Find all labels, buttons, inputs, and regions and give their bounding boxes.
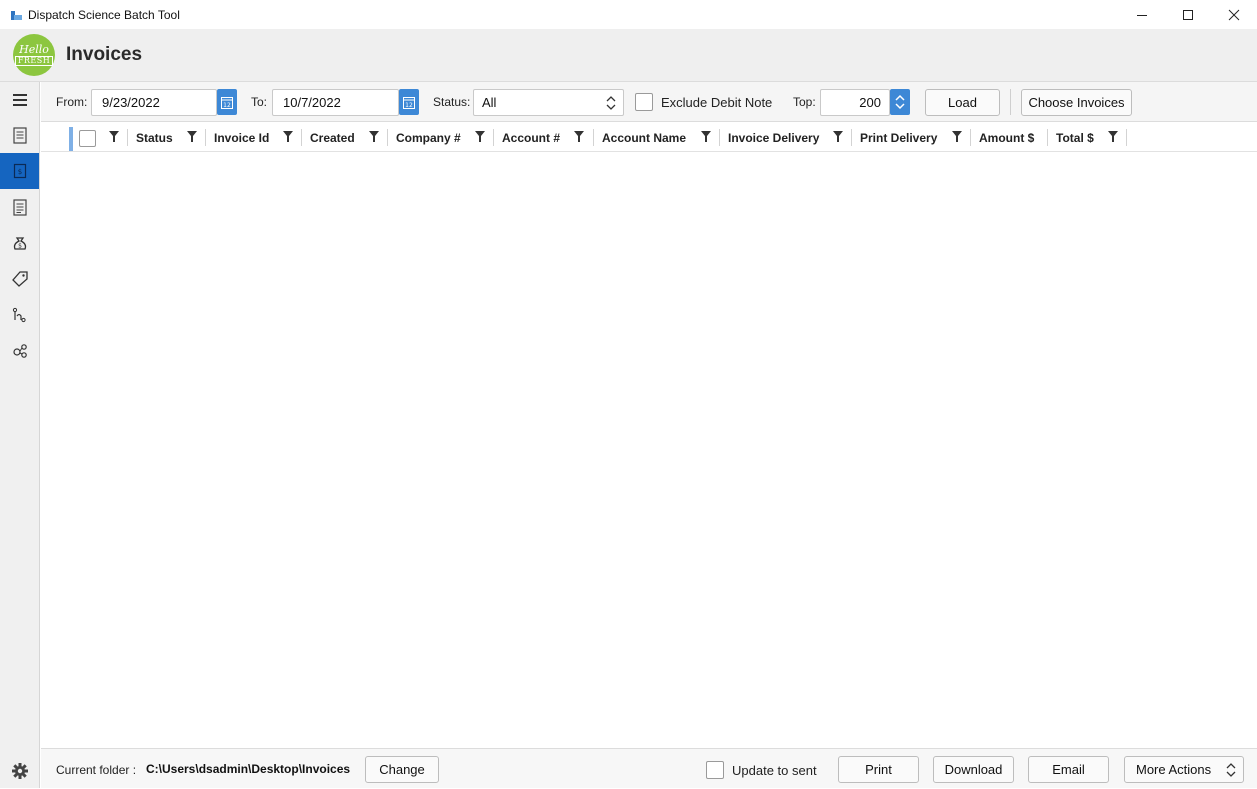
change-folder-button[interactable]: Change — [365, 756, 439, 783]
top-count-input[interactable]: 200 — [820, 89, 890, 116]
document-list-icon — [12, 126, 27, 144]
from-calendar-button[interactable]: 12 — [217, 89, 237, 115]
choose-invoices-button[interactable]: Choose Invoices — [1021, 89, 1132, 116]
filter-icon[interactable] — [833, 131, 843, 142]
page-title: Invoices — [66, 44, 143, 65]
current-folder-path: C:\Users\dsadmin\Desktop\Invoices — [146, 762, 351, 776]
filter-icon[interactable] — [1108, 131, 1118, 142]
column-header-print-delivery[interactable]: Print Delivery — [860, 123, 937, 152]
status-select-value: All — [482, 95, 497, 110]
more-actions-label: More Actions — [1136, 762, 1212, 777]
to-label: To: — [251, 95, 268, 109]
top-label: Top: — [793, 95, 816, 109]
nav-menu[interactable] — [0, 82, 39, 118]
app-header: Hello FRESH Invoices — [0, 29, 1257, 82]
left-sidebar: $ $ — [0, 82, 40, 788]
top-count-spinner[interactable] — [890, 89, 910, 115]
filter-icon[interactable] — [701, 131, 711, 142]
price-tag-icon — [11, 271, 28, 287]
column-header-invoice-id[interactable]: Invoice Id — [214, 123, 269, 152]
filter-icon[interactable] — [283, 131, 293, 142]
filter-icon[interactable] — [369, 131, 379, 142]
filter-icon[interactable] — [475, 131, 485, 142]
logo-line2: FRESH — [14, 56, 54, 66]
filter-icon[interactable] — [952, 131, 962, 142]
nav-pricing[interactable] — [0, 261, 39, 297]
gear-icon — [11, 763, 28, 779]
update-to-sent-checkbox[interactable] — [706, 761, 724, 779]
email-button[interactable]: Email — [1028, 756, 1109, 783]
menu-icon — [12, 94, 27, 106]
maximize-button[interactable] — [1165, 0, 1211, 29]
calendar-icon: 12 — [221, 96, 233, 109]
svg-text:12: 12 — [405, 102, 413, 109]
close-icon — [1228, 9, 1240, 20]
nav-workflow[interactable] — [0, 333, 39, 369]
invoice-icon: $ — [13, 163, 26, 179]
notes-icon — [12, 198, 27, 216]
hellofresh-logo: Hello FRESH — [13, 34, 55, 76]
app-icon — [10, 9, 22, 21]
minimize-icon — [1137, 14, 1147, 16]
svg-text:$: $ — [18, 243, 22, 250]
column-header-status[interactable]: Status — [136, 123, 173, 152]
print-button[interactable]: Print — [838, 756, 919, 783]
workflow-icon — [12, 344, 27, 358]
download-button[interactable]: Download — [933, 756, 1014, 783]
filter-icon[interactable] — [187, 131, 197, 142]
status-select[interactable]: All — [473, 89, 624, 116]
nav-routes[interactable] — [0, 297, 39, 333]
from-label: From: — [56, 95, 88, 109]
updown-arrows-icon — [606, 96, 616, 110]
grid-row-marker — [69, 127, 73, 151]
grid-header: Status Invoice Id Created Company # Acco… — [41, 123, 1257, 152]
window-title: Dispatch Science Batch Tool — [28, 7, 180, 22]
exclude-debit-label: Exclude Debit Note — [661, 95, 773, 110]
column-header-total[interactable]: Total $ — [1056, 123, 1094, 152]
to-calendar-button[interactable]: 12 — [399, 89, 419, 115]
exclude-debit-checkbox[interactable] — [635, 93, 653, 111]
nav-notes[interactable] — [0, 189, 39, 225]
window-controls — [1119, 0, 1257, 29]
to-date-input[interactable]: 10/7/2022 — [272, 89, 399, 116]
svg-text:12: 12 — [223, 102, 231, 109]
load-button[interactable]: Load — [925, 89, 1000, 116]
svg-text:$: $ — [17, 168, 21, 176]
title-bar: Dispatch Science Batch Tool — [0, 0, 1257, 29]
spinner-arrows-icon — [895, 94, 905, 110]
column-header-account-name[interactable]: Account Name — [602, 123, 686, 152]
update-to-sent-label: Update to sent — [732, 763, 817, 778]
more-actions-select[interactable]: More Actions — [1124, 756, 1244, 783]
column-header-account-number[interactable]: Account # — [502, 123, 560, 152]
select-all-checkbox[interactable] — [79, 130, 96, 147]
filter-icon[interactable] — [574, 131, 584, 142]
updown-arrows-icon — [1226, 763, 1236, 777]
calendar-icon: 12 — [403, 96, 415, 109]
nav-invoices[interactable]: $ — [0, 153, 39, 189]
maximize-icon — [1183, 9, 1193, 20]
status-label: Status: — [433, 95, 471, 109]
filter-toolbar: From: 9/23/2022 12 To: 10/7/2022 12 Stat… — [41, 82, 1257, 122]
close-button[interactable] — [1211, 0, 1257, 29]
filter-icon[interactable] — [109, 131, 119, 142]
logo-line1: Hello — [19, 43, 49, 56]
current-folder-label: Current folder : — [56, 763, 137, 777]
route-icon — [12, 307, 26, 323]
column-header-company[interactable]: Company # — [396, 123, 461, 152]
from-date-input[interactable]: 9/23/2022 — [91, 89, 217, 116]
column-header-created[interactable]: Created — [310, 123, 355, 152]
nav-documents[interactable] — [0, 117, 39, 153]
footer-bar: Current folder : C:\Users\dsadmin\Deskto… — [41, 748, 1257, 788]
column-header-amount[interactable]: Amount $ — [979, 123, 1034, 152]
column-header-invoice-delivery[interactable]: Invoice Delivery — [728, 123, 819, 152]
minimize-button[interactable] — [1119, 0, 1165, 29]
money-bag-icon: $ — [13, 237, 26, 250]
nav-settings[interactable] — [0, 753, 39, 789]
invoice-grid-body[interactable] — [41, 153, 1257, 748]
toolbar-divider — [1010, 89, 1011, 115]
nav-payments[interactable]: $ — [0, 225, 39, 261]
